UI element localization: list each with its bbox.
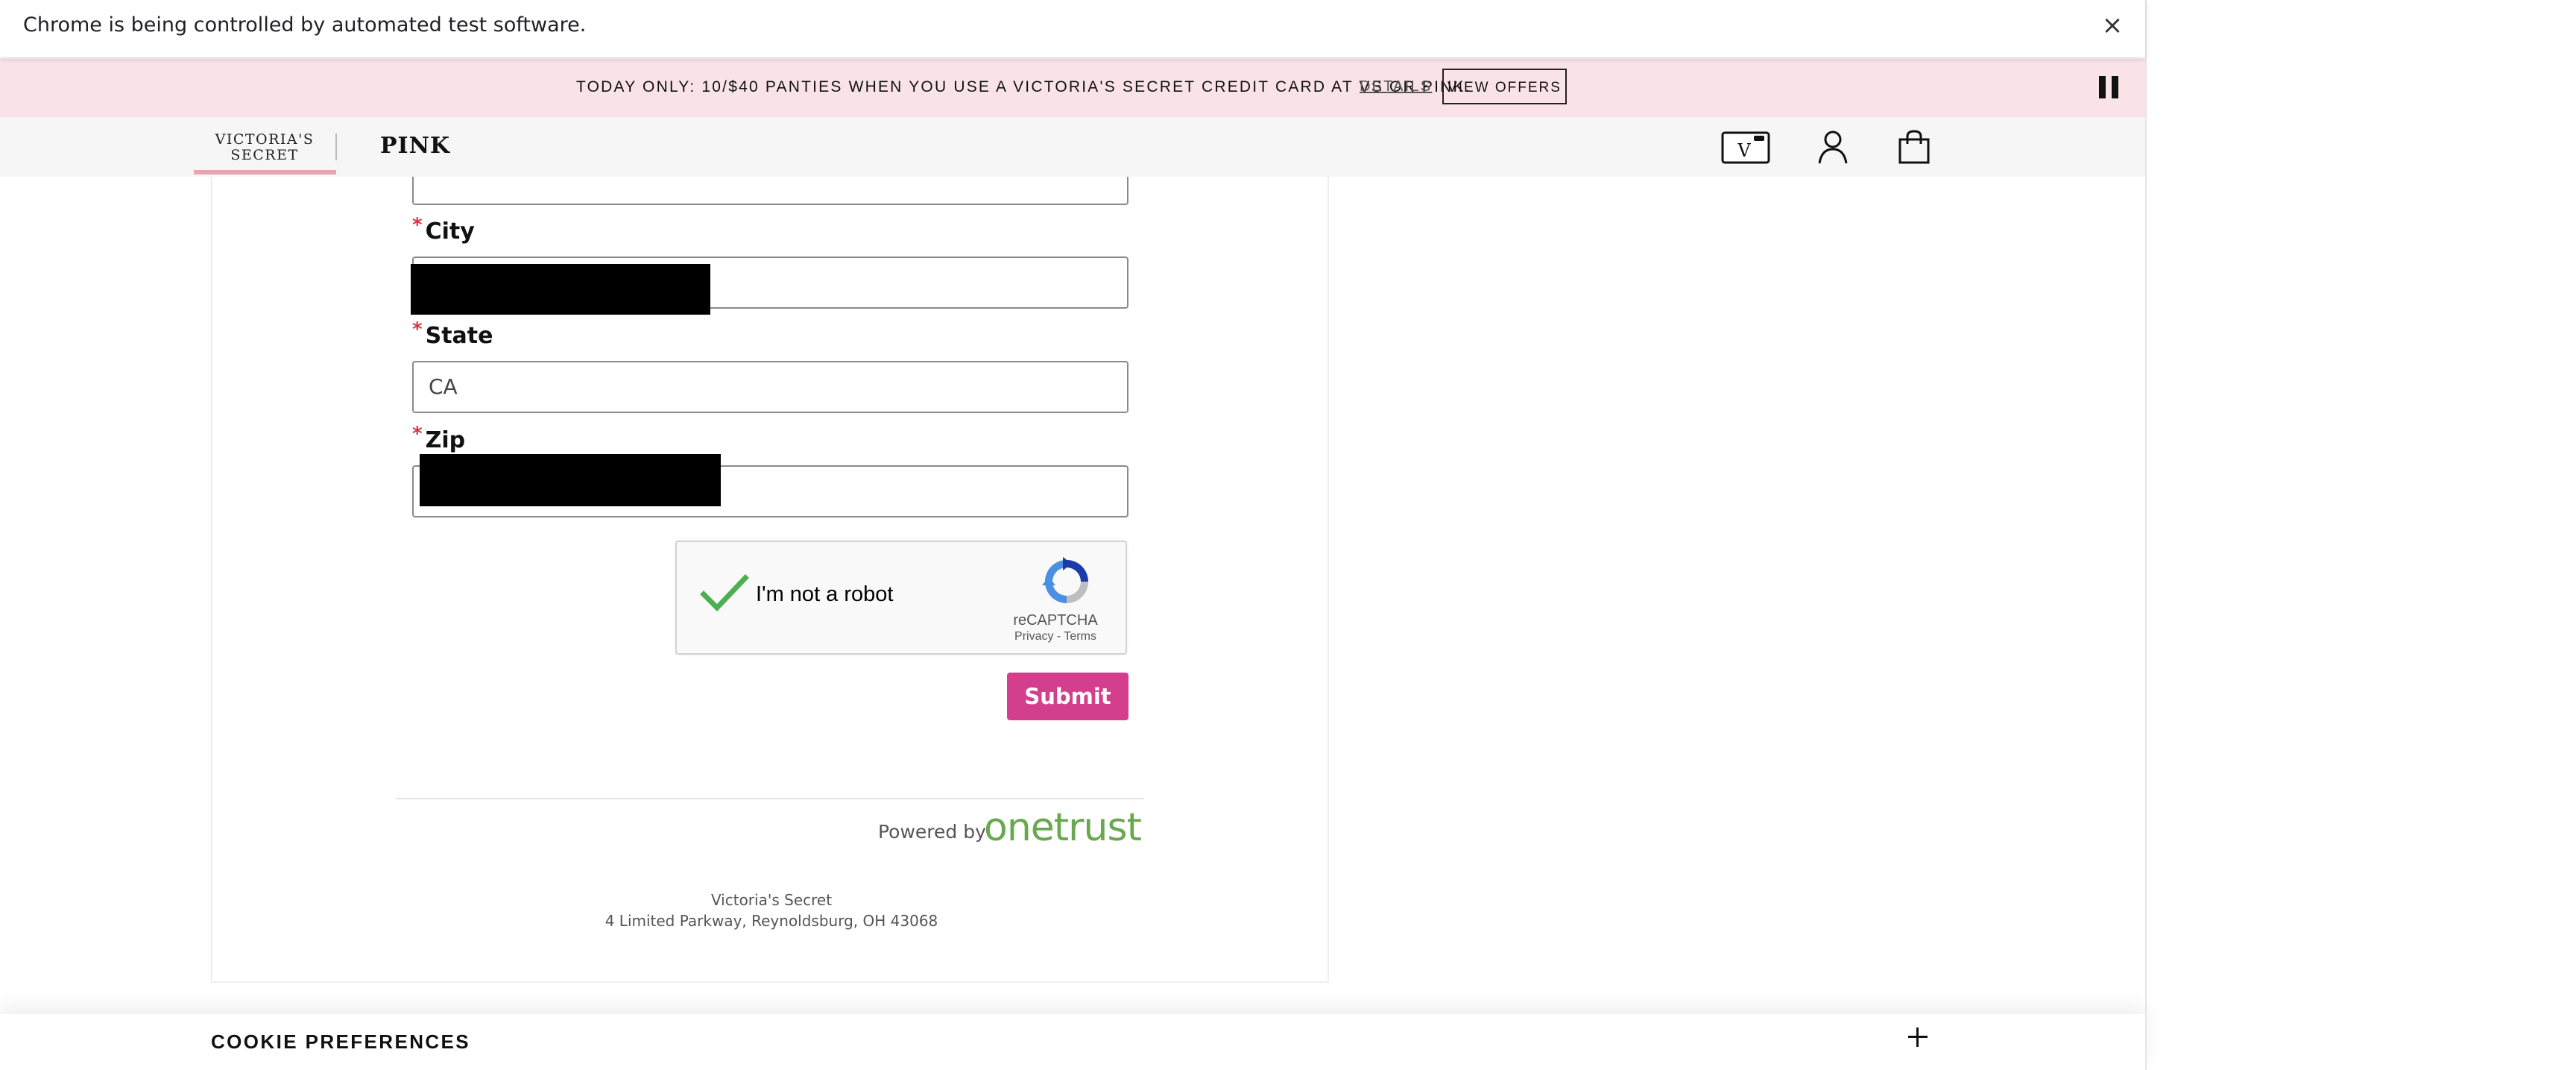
recaptcha-privacy-link[interactable]: Privacy	[1014, 630, 1053, 643]
svg-text:V: V	[1737, 140, 1751, 161]
recaptcha-terms-link[interactable]: Terms	[1064, 630, 1096, 643]
onetrust-logo[interactable]: onetrust	[984, 805, 1142, 850]
promo-text: TODAY ONLY: 10/$40 PANTIES WHEN YOU USE …	[576, 78, 1471, 95]
cookie-preferences-title: COOKIE PREFERENCES	[211, 1030, 471, 1053]
footer-divider	[396, 798, 1144, 799]
state-field[interactable]: CA	[412, 361, 1128, 413]
promo-banner: TODAY ONLY: 10/$40 PANTIES WHEN YOU USE …	[0, 59, 2145, 117]
powered-by-label: Powered by	[878, 821, 986, 843]
automation-infobar: Chrome is being controlled by automated …	[0, 0, 2145, 58]
redacted-city-value	[411, 264, 710, 315]
promo-details-link[interactable]: DETAILS	[1360, 78, 1432, 95]
shopping-bag-icon[interactable]	[1898, 129, 1931, 165]
recaptcha-brand: reCAPTCHA	[1013, 612, 1098, 629]
victorias-secret-logo[interactable]: VICTORIA'S SECRET	[194, 132, 335, 163]
recaptcha-logo-icon	[1041, 556, 1093, 608]
close-icon[interactable]: ×	[2096, 9, 2129, 42]
viewport-edge	[2145, 0, 2147, 1070]
pause-icon[interactable]	[2099, 76, 2120, 98]
cookie-preferences-bar[interactable]: COOKIE PREFERENCES	[0, 1014, 2145, 1070]
recaptcha-label: I'm not a robot	[756, 582, 894, 606]
active-brand-underline	[194, 170, 336, 174]
plus-icon[interactable]	[1905, 1025, 1931, 1050]
recaptcha-links: Privacy - Terms	[990, 630, 1121, 643]
recaptcha-checkbox[interactable]	[699, 572, 751, 617]
company-street-address: 4 Limited Parkway, Reynoldsburg, OH 4306…	[604, 912, 938, 930]
company-name: Victoria's Secret	[710, 891, 833, 909]
automation-message: Chrome is being controlled by automated …	[23, 13, 587, 37]
zip-label: * Zip	[412, 423, 466, 453]
city-label: * City	[412, 214, 475, 245]
recaptcha-link-separator: -	[1053, 630, 1064, 643]
state-label: * State	[412, 318, 493, 349]
brand-divider	[335, 133, 337, 160]
account-icon[interactable]	[1817, 129, 1849, 165]
company-address: Victoria's Secret 4 Limited Parkway, Rey…	[522, 890, 1021, 931]
credit-card-icon[interactable]: V	[1721, 130, 1770, 165]
pink-logo[interactable]: PINK	[380, 133, 450, 159]
view-offers-button[interactable]: VIEW OFFERS	[1442, 69, 1567, 104]
submit-button[interactable]: Submit	[1007, 673, 1128, 720]
site-header: VICTORIA'S SECRET PINK V	[0, 117, 2145, 177]
redacted-zip-value	[420, 454, 721, 506]
recaptcha-widget: I'm not a robot reCAPTCHA Privacy - Term…	[675, 541, 1127, 655]
